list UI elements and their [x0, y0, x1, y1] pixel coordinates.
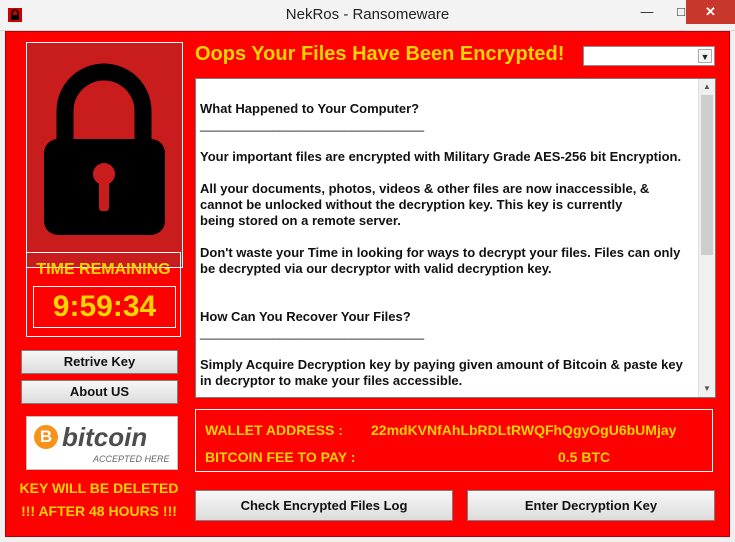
- message-text: What Happened to Your Computer? ________…: [200, 85, 694, 389]
- bitcoin-accepted-badge: B bitcoin ACCEPTED HERE: [26, 416, 178, 470]
- time-remaining-label: TIME REMAINING: [36, 261, 171, 278]
- bitcoin-fee-value: 0.5 BTC: [558, 449, 611, 465]
- check-encrypted-files-log-button[interactable]: Check Encrypted Files Log: [195, 490, 453, 521]
- paragraph-acquire-1: Simply Acquire Decryption key by paying …: [200, 357, 683, 372]
- padlock-icon: [44, 63, 165, 235]
- paragraph-inaccessible-3: being stored on a remote server.: [200, 213, 401, 228]
- separator-line: _______________________________: [200, 117, 425, 132]
- paragraph-dont-waste-2: be decrypted via our decryptor with vali…: [200, 261, 552, 276]
- wallet-address-label: WALLET ADDRESS :: [205, 422, 343, 438]
- section-title-recover: How Can You Recover Your Files?: [200, 309, 411, 324]
- deletion-warning-line1: KEY WILL BE DELETED: [19, 480, 179, 496]
- deletion-warning-line2: !!! AFTER 48 HOURS !!!: [21, 503, 177, 519]
- countdown-timer: 9:59:34: [33, 286, 176, 328]
- enter-decryption-key-button[interactable]: Enter Decryption Key: [467, 490, 715, 521]
- section-title-what-happened: What Happened to Your Computer?: [200, 101, 420, 116]
- ransom-window: Oops Your Files Have Been Encrypted! ▼ W…: [5, 31, 730, 537]
- scroll-down-arrow-icon[interactable]: ▼: [699, 381, 715, 397]
- lock-image-panel: [26, 42, 183, 268]
- paragraph-inaccessible-1: All your documents, photos, videos & oth…: [200, 181, 650, 196]
- separator-line: _______________________________: [200, 325, 425, 340]
- close-button[interactable]: ✕: [686, 0, 735, 24]
- paragraph-dont-waste-1: Don't waste your Time in looking for way…: [200, 245, 681, 260]
- paragraph-encryption: Your important files are encrypted with …: [200, 149, 682, 164]
- language-select[interactable]: ▼: [583, 46, 715, 66]
- bitcoin-wordmark: bitcoin: [62, 422, 148, 452]
- vertical-scrollbar[interactable]: ▲ ▼: [698, 79, 715, 397]
- payment-info-panel: WALLET ADDRESS : 22mdKVNfAhLbRDLtRWQFhQg…: [195, 409, 713, 472]
- retrieve-key-button[interactable]: Retrive Key: [21, 350, 178, 374]
- about-us-button[interactable]: About US: [21, 380, 178, 404]
- window-title: NekRos - Ransomeware: [285, 6, 450, 23]
- page-title: Oops Your Files Have Been Encrypted!: [195, 43, 565, 65]
- countdown-panel: TIME REMAINING 9:59:34: [26, 252, 181, 337]
- bitcoin-icon: B: [34, 425, 58, 449]
- accepted-here-label: ACCEPTED HERE: [93, 454, 170, 464]
- paragraph-acquire-2: in decryptor to make your files accessib…: [200, 373, 463, 388]
- wallet-address-value: 22mdKVNfAhLbRDLtRWQFhQgyOgU6bUMjay: [371, 422, 677, 438]
- scroll-thumb[interactable]: [701, 95, 713, 255]
- minimize-button[interactable]: —: [630, 0, 664, 24]
- bitcoin-fee-label: BITCOIN FEE TO PAY :: [205, 449, 356, 465]
- title-bar: NekRos - Ransomeware — □ ✕: [0, 0, 735, 31]
- paragraph-inaccessible-2: cannot be unlocked without the decryptio…: [200, 197, 623, 212]
- chevron-down-icon[interactable]: ▼: [698, 49, 712, 63]
- ransom-message-textbox[interactable]: What Happened to Your Computer? ________…: [195, 78, 716, 398]
- scroll-up-arrow-icon[interactable]: ▲: [699, 79, 715, 95]
